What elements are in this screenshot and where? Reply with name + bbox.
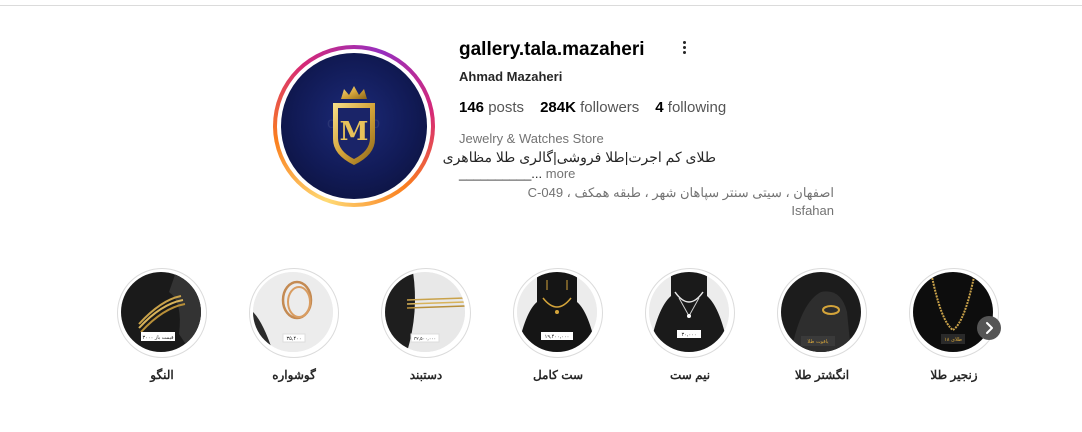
more-link[interactable]: more <box>546 166 576 181</box>
bangles-image: قیمت باز ۳۰۰۰ <box>121 272 201 352</box>
gold-chain-image: طلای ۱۸ <box>913 272 993 352</box>
top-divider <box>0 5 1082 6</box>
profile-stats: 146 posts 284K followers 4 following <box>459 99 726 116</box>
highlight-label: ست کامل <box>532 368 584 382</box>
highlight-tag: قیمت باز ۳۰۰۰ <box>143 335 175 341</box>
highlights-next-button[interactable] <box>977 316 1001 340</box>
address[interactable]: اصفهان ، سیتی سنتر سپاهان شهر ، طبقه همک… <box>528 185 834 201</box>
highlight-tag: ۳۵,۴۰۰ <box>286 336 301 342</box>
half-set-image: ۳۰,۰۰۰ <box>649 272 729 352</box>
highlight-tag: طلای ۱۸ <box>944 337 962 343</box>
full-set-image: ۱۹,۴۰۰,۰۰۰ <box>517 272 597 352</box>
highlight-label: انگشتر طلا <box>794 368 850 382</box>
following-stat[interactable]: 4 following <box>655 99 726 116</box>
posts-stat[interactable]: 146 posts <box>459 99 524 116</box>
username-row: gallery.tala.mazaheri <box>459 38 645 62</box>
bracelet-image: ۳۲,۵۰۰,۰۰۰ <box>385 272 465 352</box>
full-name: Ahmad Mazaheri <box>459 69 563 84</box>
profile-avatar-story-ring[interactable]: olaboo M <box>273 45 435 207</box>
followers-stat[interactable]: 284K followers <box>540 99 639 116</box>
highlight-tag: ۱۹,۴۰۰,۰۰۰ <box>545 334 570 340</box>
highlight-label: نیم ست <box>669 368 711 382</box>
highlight-label: النگو <box>150 368 174 382</box>
bio-text: طلای کم اجرت|طلا فروشی|گالری طلا مظاهری <box>442 149 716 165</box>
highlight-tag: ۳۲,۵۰۰,۰۰۰ <box>414 336 436 342</box>
bio-more-row: __________... more <box>459 166 575 181</box>
city[interactable]: Isfahan <box>791 203 834 218</box>
gold-ring-image: یاقوت طلا <box>781 272 861 352</box>
options-icon[interactable] <box>680 40 688 56</box>
profile-category: Jewelry & Watches Store <box>459 131 604 146</box>
highlight-label: گوشواره <box>272 368 316 382</box>
avatar: olaboo M <box>281 53 427 199</box>
highlight-tag: یاقوت طلا <box>807 339 829 345</box>
avatar-letter: M <box>339 117 369 147</box>
highlight-label: زنجیر طلا <box>930 368 978 382</box>
highlight-tag: ۳۰,۰۰۰ <box>681 332 696 338</box>
highlight-label: دستبند <box>409 368 443 382</box>
chevron-right-icon <box>986 322 993 334</box>
earrings-image: ۳۵,۴۰۰ <box>253 272 333 352</box>
bio-line2: __________... <box>459 166 543 181</box>
username[interactable]: gallery.tala.mazaheri <box>459 39 645 61</box>
